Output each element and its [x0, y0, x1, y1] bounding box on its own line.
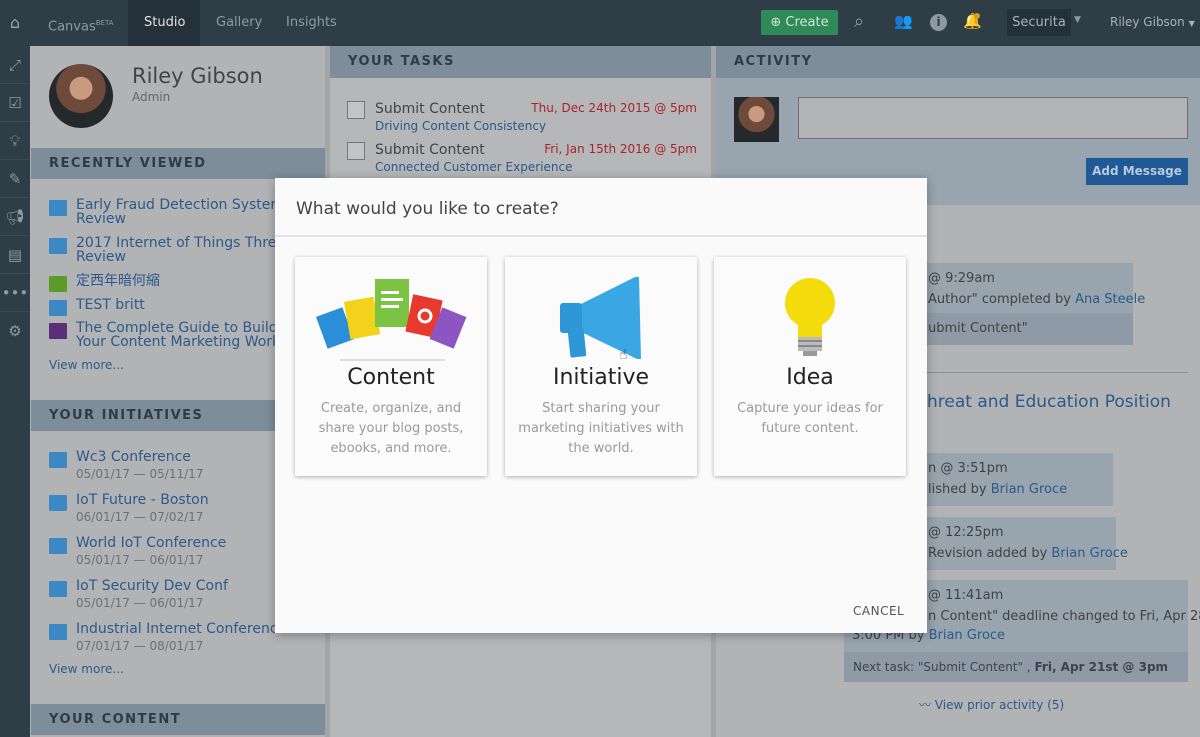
modal-title: What would you like to create?: [296, 199, 559, 219]
mouse-cursor-icon: ☝︎: [619, 347, 628, 363]
initiative-icon: [49, 581, 67, 597]
view-prior-activity-link[interactable]: 〰 View prior activity (5): [919, 696, 1064, 713]
megaphone-icon[interactable]: 📢︎: [0, 198, 30, 236]
notification-bell-icon[interactable]: 🔔: [963, 12, 982, 30]
initiatives-view-more-link[interactable]: View more...: [49, 662, 124, 676]
recent-view-more-link[interactable]: View more...: [49, 358, 124, 372]
blog-icon: [49, 238, 67, 254]
initiative-icon: [49, 495, 67, 511]
chevron-down-icon: ▼: [1188, 19, 1195, 28]
blog-icon: [49, 200, 67, 216]
add-message-button[interactable]: Add Message: [1086, 158, 1188, 185]
next-task-bar: Next task: "Submit Content" , Fri, Apr 2…: [844, 652, 1188, 682]
recent-item[interactable]: 定西年暗何縮: [49, 274, 160, 292]
profile-name: Riley Gibson: [132, 64, 263, 88]
task-checkbox[interactable]: [347, 101, 365, 119]
pencil-icon[interactable]: ✎: [0, 160, 30, 198]
lightbulb-icon: [785, 278, 835, 356]
recently-viewed-header: RECENTLY VIEWED: [31, 148, 325, 179]
profile-role: Admin: [132, 90, 171, 104]
create-idea-option[interactable]: Idea Capture your ideas for future conte…: [714, 257, 906, 476]
user-menu[interactable]: Riley Gibson ▼: [1110, 15, 1195, 29]
email-icon: [49, 323, 67, 339]
create-modal: What would you like to create? Content C…: [275, 178, 927, 633]
info-icon[interactable]: i: [930, 14, 947, 31]
activity-header: ACTIVITY: [716, 46, 1200, 78]
create-initiative-option[interactable]: ☝︎ Initiative Start sharing your marketi…: [505, 257, 697, 476]
initiative-item[interactable]: Industrial Internet Conferenc 07/01/17 — …: [49, 622, 278, 653]
image-icon: [49, 276, 67, 292]
initiative-icon: [49, 538, 67, 554]
megaphone-icon: [560, 277, 641, 359]
message-input[interactable]: [798, 97, 1188, 139]
task-checkbox[interactable]: [347, 142, 365, 160]
divider: [275, 235, 927, 237]
cancel-button[interactable]: CANCEL: [853, 604, 904, 618]
gear-icon[interactable]: ⚙: [0, 312, 30, 350]
create-button[interactable]: ⊕ Create: [761, 10, 838, 35]
expand-icon[interactable]: ⤢: [0, 46, 30, 84]
initiative-item[interactable]: World IoT Conference 05/01/17 — 06/01/17: [49, 536, 226, 567]
activity-pulse-icon: 〰: [919, 698, 932, 712]
top-navbar: ⌂ CanvasBETA Studio Gallery Insights ⊕ C…: [0, 0, 1200, 46]
nav-canvas[interactable]: CanvasBETA: [32, 0, 129, 46]
initiative-icon: [49, 452, 67, 468]
create-content-option[interactable]: Content Create, organize, and share your…: [295, 257, 487, 476]
search-icon[interactable]: ⌕: [854, 11, 864, 32]
recent-item[interactable]: Early Fraud Detection System Review: [49, 198, 284, 226]
workspace-selector[interactable]: Securita: [1007, 9, 1071, 36]
initiative-icon: [49, 624, 67, 640]
initiative-item[interactable]: Wc3 Conference 05/01/17 — 05/11/17: [49, 450, 203, 481]
initiative-item[interactable]: IoT Future - Boston 06/01/17 — 07/02/17: [49, 493, 209, 524]
tab-studio[interactable]: Studio: [128, 0, 200, 46]
recent-item[interactable]: 2017 Internet of Things Threa Review: [49, 236, 285, 264]
recent-item[interactable]: The Complete Guide to Buildi Your Content…: [49, 321, 282, 349]
document-icon[interactable]: ▤: [0, 236, 30, 274]
chevron-down-icon[interactable]: ▼: [1074, 15, 1081, 25]
recent-item[interactable]: TEST britt: [49, 298, 145, 316]
home-icon[interactable]: ⌂: [0, 0, 30, 46]
more-icon[interactable]: •••: [0, 274, 30, 312]
activity-initiative-title[interactable]: hreat and Education Position: [927, 392, 1171, 412]
team-icon[interactable]: 👥: [894, 12, 913, 30]
your-content-header: YOUR CONTENT: [31, 704, 325, 735]
icon-rail: ⤢ ☑ 💡︎ ✎ 📢︎ ▤ ••• ⚙: [0, 46, 30, 737]
tab-gallery[interactable]: Gallery: [200, 0, 278, 46]
tasks-header: YOUR TASKS: [330, 46, 711, 78]
tasks-check-icon[interactable]: ☑: [0, 84, 30, 122]
initiative-item[interactable]: IoT Security Dev Conf 05/01/17 — 06/01/17: [49, 579, 228, 610]
tab-insights[interactable]: Insights: [270, 0, 353, 46]
avatar: [49, 64, 113, 128]
blog-icon: [49, 300, 67, 316]
content-files-icon: [316, 279, 467, 361]
lightbulb-icon[interactable]: 💡︎: [0, 122, 30, 160]
user-avatar: [734, 97, 779, 142]
